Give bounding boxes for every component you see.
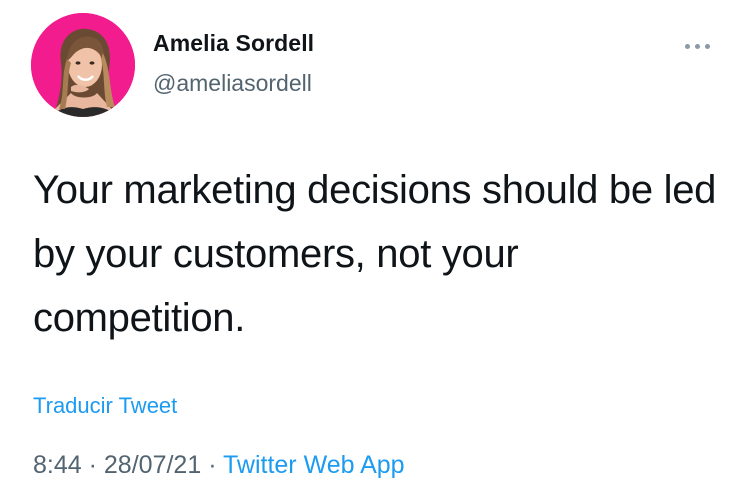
tweet-date[interactable]: 28/07/21	[104, 451, 201, 479]
author-handle[interactable]: @ameliasordell	[153, 70, 312, 97]
translate-tweet-link[interactable]: Traducir Tweet	[33, 393, 177, 419]
meta-separator: ·	[88, 451, 97, 479]
tweet-text: Your marketing decisions should be led b…	[33, 168, 717, 340]
more-icon-dot	[705, 44, 710, 49]
more-icon-dot	[685, 44, 690, 49]
author-display-name[interactable]: Amelia Sordell	[153, 30, 314, 57]
tweet-time[interactable]: 8:44	[33, 451, 82, 479]
more-options-button[interactable]	[680, 38, 716, 56]
tweet-source-link[interactable]: Twitter Web App	[223, 451, 405, 479]
more-icon-dot	[695, 44, 700, 49]
meta-separator: ·	[208, 451, 217, 479]
author-avatar[interactable]	[31, 13, 135, 117]
avatar-photo-icon	[31, 13, 135, 117]
tweet-metadata: 8:44 · 28/07/21 · Twitter Web App	[33, 451, 405, 480]
tweet-card: Amelia Sordell @ameliasordell Your marke…	[0, 0, 750, 500]
